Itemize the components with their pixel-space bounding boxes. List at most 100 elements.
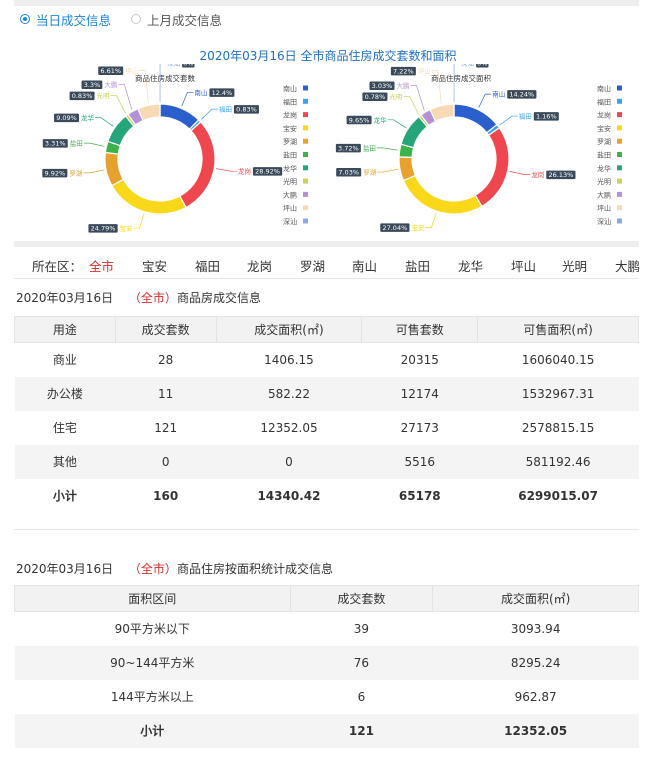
table-cell: 1606040.15 [521, 352, 595, 367]
slice-name: 龙岗 [531, 170, 544, 179]
slice-name: 大鹏 [396, 81, 410, 90]
table-cell: 0 [216, 444, 362, 479]
table-cell: 0 [115, 444, 217, 479]
donut-slice[interactable] [402, 174, 483, 215]
district-2[interactable]: 福田 [195, 256, 220, 274]
legend-swatch[interactable] [303, 218, 308, 224]
legend-swatch[interactable] [303, 125, 308, 131]
district-3[interactable]: 龙岗 [247, 256, 272, 274]
district-10[interactable]: 大鹏 [615, 256, 640, 274]
legend-swatch[interactable] [303, 98, 308, 104]
slice-name: 坪山 [418, 66, 431, 75]
slice-name: 龙华 [374, 115, 388, 124]
legend-swatch[interactable] [303, 85, 308, 91]
label-line [83, 142, 105, 147]
donut-slice[interactable] [453, 103, 498, 134]
table-row: 小计 160 14340.42 65178 6299015.07 [15, 479, 639, 513]
table-cell: 3093.94 [510, 621, 561, 636]
section2-region: （全市） [128, 562, 177, 576]
divider [14, 278, 639, 279]
slice-name: 宝安 [411, 223, 425, 232]
table-cell: 28 [158, 352, 174, 367]
table-cell: 76 [290, 645, 433, 680]
slice-name: 深汕 [167, 64, 180, 68]
legend-swatch[interactable] [617, 125, 622, 131]
legend-swatch[interactable] [617, 165, 622, 171]
legend-label: 罗湖 [283, 137, 297, 146]
slice-name: 龙华 [81, 113, 95, 122]
table-cell: 160 [153, 488, 179, 503]
district-0[interactable]: 全市 [89, 256, 114, 274]
table-cell: 1532967.31 [477, 376, 639, 411]
legend-swatch[interactable] [303, 138, 308, 144]
legend-swatch[interactable] [617, 178, 622, 184]
label-line [200, 108, 218, 120]
legend-swatch[interactable] [303, 112, 308, 118]
table-cell: 11 [115, 376, 217, 411]
label-line [216, 168, 237, 172]
table-row: 办公楼 11 582.22 12174 1532967.31 [14, 376, 639, 411]
district-filter: 所在区： 全市 宝安 福田 龙岗 罗湖 南山 盐田 龙华 坪山 光明 大鹏 [32, 256, 652, 274]
label-line [410, 85, 425, 111]
table-cell: 其他 [14, 444, 116, 479]
legend-label: 龙岗 [597, 111, 611, 120]
legend-swatch[interactable] [617, 191, 622, 197]
slice-value: 7.03% [338, 169, 359, 177]
table-cell: 121 [290, 713, 433, 748]
table-header: 成交面积(㎡) [215, 316, 363, 343]
slice-name: 光明 [389, 92, 403, 101]
district-1[interactable]: 宝安 [142, 256, 167, 274]
district-6[interactable]: 盐田 [405, 256, 430, 274]
district-filter-label: 所在区： [32, 259, 83, 274]
district-4[interactable]: 罗湖 [300, 256, 325, 274]
tab-last-month[interactable]: 上月成交信息 [131, 10, 222, 29]
legend-label: 坪山 [597, 204, 611, 213]
tab-today[interactable]: 当日成交信息 [20, 10, 111, 29]
legend-swatch[interactable] [617, 205, 622, 211]
section1-region: （全市） [128, 291, 177, 305]
table-cell: 12352.05 [432, 713, 639, 748]
table-cell: 小计 [52, 489, 77, 503]
legend-swatch[interactable] [303, 165, 308, 171]
legend-swatch[interactable] [617, 152, 622, 157]
legend-label: 南山 [597, 84, 611, 93]
legend-label: 南山 [283, 84, 297, 93]
slice-value: 0.83% [236, 106, 257, 114]
table-cell: 90平方米以下 [114, 622, 190, 637]
label-line [376, 147, 398, 151]
slice-value: 6.61% [100, 67, 121, 75]
slice-value: 9.65% [349, 116, 370, 124]
table-header: 可售套数 [361, 316, 479, 343]
legend-swatch[interactable] [617, 112, 622, 118]
legend-swatch[interactable] [303, 152, 308, 157]
legend-swatch[interactable] [617, 138, 622, 144]
legend-swatch[interactable] [617, 98, 622, 104]
section1-title: 2020年03月16日 （全市）商品房成交信息 [16, 289, 261, 306]
donut-slice[interactable] [179, 121, 216, 209]
legend-swatch[interactable] [303, 205, 308, 211]
table-cell: 小计 [14, 713, 291, 748]
table-cell: 12352.05 [260, 420, 318, 435]
legend-swatch[interactable] [303, 178, 308, 184]
legend-swatch[interactable] [617, 85, 622, 91]
district-9[interactable]: 光明 [562, 256, 587, 274]
legend-label: 光明 [283, 177, 297, 186]
district-7[interactable]: 龙华 [458, 256, 483, 274]
deal-info-table: 用途 成交套数 成交面积(㎡) 可售套数 可售面积(㎡) 商业 28 1406.15 2031… [14, 316, 639, 513]
label-line [453, 64, 455, 103]
slice-value: 9.92% [45, 169, 66, 177]
donut-chart-1: 商品住房成交面积南山 14.24% 福田 1.16% 龙岗 26.13% 宝安 27.04% 罗… [335, 64, 622, 232]
legend-label: 福田 [597, 97, 611, 106]
slice-name: 南山 [194, 88, 207, 97]
table-cell: 办公楼 [14, 376, 116, 411]
legend-swatch[interactable] [617, 218, 622, 224]
legend-label: 大鹏 [283, 190, 297, 199]
donut-slice[interactable] [474, 127, 510, 208]
district-5[interactable]: 南山 [352, 256, 377, 274]
legend-swatch[interactable] [303, 191, 308, 197]
donut-slice[interactable] [111, 178, 187, 215]
district-8[interactable]: 坪山 [511, 256, 536, 274]
label-line [499, 115, 518, 126]
donut-slice[interactable] [104, 151, 125, 187]
donut-slice[interactable] [398, 156, 417, 182]
